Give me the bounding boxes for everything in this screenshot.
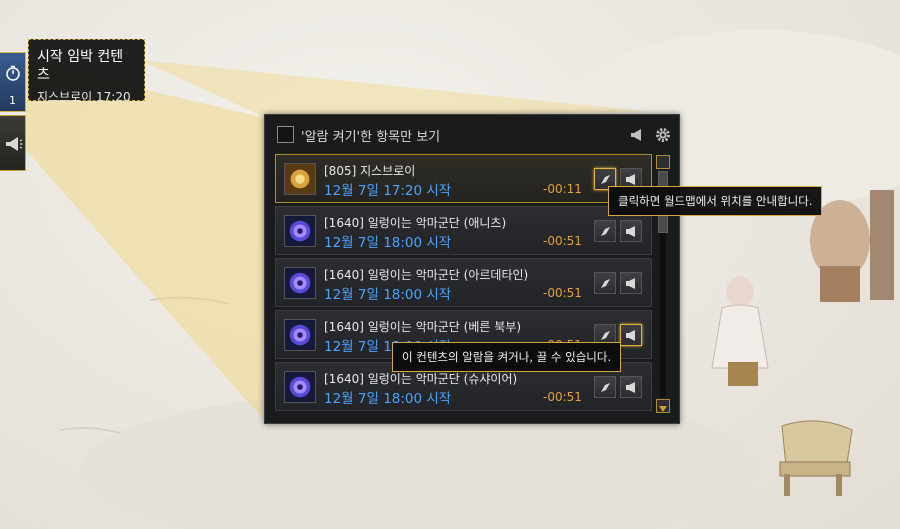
alarm-only-checkbox[interactable] [277, 126, 294, 143]
map-location-button[interactable] [594, 220, 616, 242]
upcoming-title: 시작 임박 컨텐츠 [37, 49, 124, 83]
scroll-up-button[interactable] [656, 155, 670, 169]
list-item[interactable]: [805] 지스브로이 12월 7일 17:20 시작 -00:11 [275, 154, 652, 203]
chevron-down-icon [659, 406, 667, 412]
compass-icon [601, 227, 610, 236]
gear-icon[interactable] [654, 126, 672, 144]
item-remaining: -00:51 [543, 390, 582, 404]
alarm-tab[interactable] [0, 115, 26, 171]
compass-icon [601, 279, 610, 288]
item-name: [1640] 일렁이는 악마군단 (애니츠) [324, 216, 507, 230]
wooden-chair-scenery [779, 420, 853, 496]
item-name: [1640] 일렁이는 악마군단 (아르데타인) [324, 268, 529, 282]
stopwatch-icon [6, 65, 20, 81]
item-start-time: 12월 7일 18:00 시작 [324, 287, 452, 303]
alarm-only-label: '알람 켜기'한 항목만 보기 [301, 130, 441, 145]
panel-header: '알람 켜기'한 항목만 보기 [265, 115, 679, 153]
megaphone-icon [626, 174, 635, 185]
megaphone-icon [626, 330, 635, 341]
item-name: [805] 지스브로이 [324, 164, 416, 178]
content-list: [805] 지스브로이 12월 7일 17:20 시작 -00:11 [1640… [275, 154, 652, 416]
megaphone-icon[interactable] [629, 127, 645, 143]
portal-thumbnail-icon [284, 319, 316, 351]
item-remaining: -00:11 [543, 182, 582, 196]
upcoming-count: 1 [9, 94, 16, 107]
map-button-tooltip: 클릭하면 월드맵에서 위치를 안내합니다. [608, 186, 823, 216]
portal-thumbnail-icon [284, 267, 316, 299]
item-name: [1640] 일렁이는 악마군단 (베른 북부) [324, 320, 522, 334]
alarm-toggle-button[interactable] [620, 376, 642, 398]
alarm-button-tooltip: 이 컨텐츠의 알람을 켜거나, 끌 수 있습니다. [392, 342, 622, 372]
item-remaining: -00:51 [543, 234, 582, 248]
alarm-toggle-button[interactable] [620, 324, 642, 346]
alarm-toggle-button[interactable] [620, 220, 642, 242]
item-remaining: -00:51 [543, 286, 582, 300]
item-start-time: 12월 7일 17:20 시작 [324, 183, 452, 199]
compass-icon [601, 383, 610, 392]
list-item[interactable]: [1640] 일렁이는 악마군단 (애니츠) 12월 7일 18:00 시작 -… [275, 206, 652, 255]
upcoming-content-popup: 시작 임박 컨텐츠 지스브로이 17:20 [28, 39, 145, 104]
upcoming-detail: 지스브로이 17:20 [37, 90, 131, 104]
content-schedule-panel: '알람 켜기'한 항목만 보기 [805] 지스브로이 12월 7일 17:20… [264, 114, 680, 424]
item-name: [1640] 일렁이는 악마군단 (슈샤이어) [324, 372, 518, 386]
list-item[interactable]: [1640] 일렁이는 악마군단 (아르데타인) 12월 7일 18:00 시작… [275, 258, 652, 307]
item-start-time: 12월 7일 18:00 시작 [324, 235, 452, 251]
upcoming-content-tab[interactable]: 1 [0, 52, 26, 112]
megaphone-icon [626, 226, 635, 237]
character-figure [711, 276, 769, 386]
map-location-button[interactable] [594, 376, 616, 398]
megaphone-icon [626, 382, 635, 393]
megaphone-icon [6, 137, 23, 151]
item-start-time: 12월 7일 18:00 시작 [324, 391, 452, 407]
megaphone-icon [626, 278, 635, 289]
portal-thumbnail-icon [284, 215, 316, 247]
map-location-button[interactable] [594, 272, 616, 294]
compass-icon [601, 175, 610, 184]
boss-thumbnail-icon [284, 163, 316, 195]
alarm-toggle-button[interactable] [620, 272, 642, 294]
portal-thumbnail-icon [284, 371, 316, 403]
compass-icon [601, 331, 610, 340]
scroll-down-button[interactable] [656, 399, 670, 413]
